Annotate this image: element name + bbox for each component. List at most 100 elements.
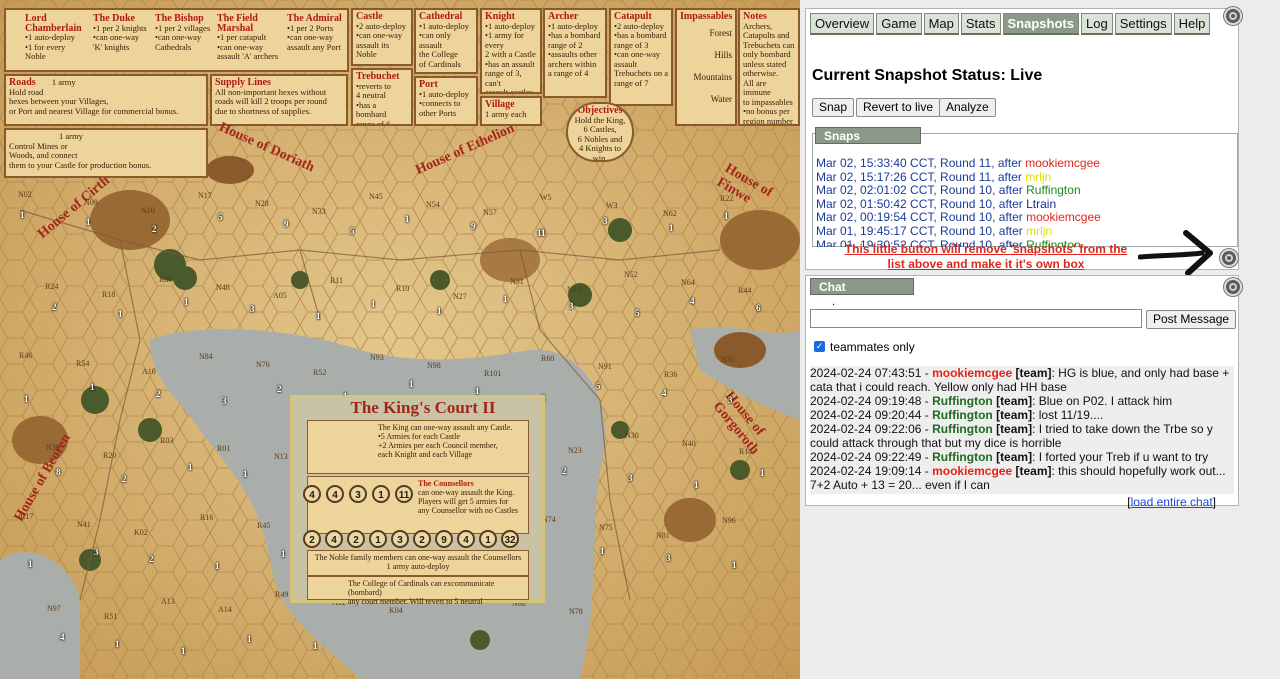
- chat-message: 2024-02-24 09:19:48 - Ruffington [team]:…: [810, 394, 1234, 408]
- army-count[interactable]: 2: [122, 474, 127, 484]
- army-count[interactable]: 2: [277, 384, 282, 394]
- army-count[interactable]: 1: [24, 394, 29, 404]
- court-member-count[interactable]: 1: [479, 530, 497, 548]
- army-count[interactable]: 1: [316, 311, 321, 321]
- tab-map[interactable]: Map: [923, 13, 959, 35]
- collapse-panel-icon[interactable]: [1224, 7, 1242, 25]
- army-count[interactable]: 1: [503, 294, 508, 304]
- army-count[interactable]: 1: [243, 469, 248, 479]
- army-count[interactable]: 3: [250, 304, 255, 314]
- army-count[interactable]: 1: [669, 223, 674, 233]
- tab-settings[interactable]: Settings: [1114, 13, 1172, 35]
- army-count[interactable]: 1: [90, 382, 95, 392]
- army-count[interactable]: 3: [222, 396, 227, 406]
- army-count[interactable]: 1: [86, 217, 91, 227]
- army-count[interactable]: 1: [409, 379, 414, 389]
- army-count[interactable]: 1: [600, 546, 605, 556]
- army-count[interactable]: 2: [156, 389, 161, 399]
- teammates-only-checkbox[interactable]: ✓: [814, 341, 825, 352]
- court-member-count[interactable]: 32: [501, 530, 519, 548]
- tab-snapshots[interactable]: Snapshots: [1002, 13, 1079, 35]
- court-member-count[interactable]: 9: [435, 530, 453, 548]
- army-count[interactable]: 1: [20, 210, 25, 220]
- army-count[interactable]: 1: [760, 468, 765, 478]
- legend-body: •1 auto-deploy •1 army for every 2 with …: [485, 20, 536, 94]
- tab-log[interactable]: Log: [1080, 13, 1113, 35]
- hex-label: N10: [141, 206, 155, 215]
- army-count[interactable]: 4: [60, 632, 65, 642]
- army-count[interactable]: 9: [471, 221, 476, 231]
- chat-message-input[interactable]: [810, 309, 1142, 328]
- army-count[interactable]: 1: [188, 462, 193, 472]
- army-count[interactable]: 1: [732, 560, 737, 570]
- army-count[interactable]: 1: [184, 297, 189, 307]
- army-count[interactable]: 1: [115, 639, 120, 649]
- court-member-count[interactable]: 4: [325, 530, 343, 548]
- army-count[interactable]: 1: [215, 561, 220, 571]
- tab-game[interactable]: Game: [876, 13, 922, 35]
- army-count[interactable]: 4: [690, 296, 695, 306]
- pop-out-snapshots-icon[interactable]: [1220, 249, 1238, 267]
- army-count[interactable]: 1: [247, 634, 252, 644]
- court-member-count[interactable]: 1: [372, 485, 390, 503]
- chat-header[interactable]: Chat: [810, 278, 914, 295]
- army-count[interactable]: 3: [94, 547, 99, 557]
- snapshot-row[interactable]: Mar 02, 02:01:02 CCT, Round 10, after Ru…: [816, 183, 1236, 198]
- army-count[interactable]: 3: [666, 553, 671, 563]
- tab-stats[interactable]: Stats: [960, 13, 1001, 35]
- army-count[interactable]: 9: [284, 219, 289, 229]
- hex-label: R44: [738, 286, 752, 295]
- court-member-count[interactable]: 11: [395, 485, 413, 503]
- court-member-count[interactable]: 4: [326, 485, 344, 503]
- army-count[interactable]: 2: [562, 466, 567, 476]
- army-count[interactable]: 1: [313, 641, 318, 651]
- army-count[interactable]: 6: [756, 303, 761, 313]
- court-member-count[interactable]: 2: [303, 530, 321, 548]
- army-count[interactable]: 8: [56, 467, 61, 477]
- army-count[interactable]: 1: [28, 559, 33, 569]
- court-member-count[interactable]: 4: [303, 485, 321, 503]
- army-count[interactable]: 1: [118, 309, 123, 319]
- army-count[interactable]: 5: [635, 308, 640, 318]
- army-count[interactable]: 5: [596, 381, 601, 391]
- army-count[interactable]: 11: [537, 228, 546, 238]
- snaps-header[interactable]: Snaps: [815, 127, 921, 144]
- army-count[interactable]: 1: [724, 211, 729, 221]
- load-entire-chat-link[interactable]: load entire chat: [1131, 495, 1213, 509]
- analyze-button[interactable]: Analyze: [939, 98, 996, 117]
- tab-help[interactable]: Help: [1173, 13, 1211, 35]
- army-count[interactable]: 2: [149, 554, 154, 564]
- snapshot-row[interactable]: Mar 02, 00:19:54 CCT, Round 10, after mo…: [816, 211, 1236, 225]
- tab-overview[interactable]: Overview: [810, 13, 875, 35]
- chat-log[interactable]: 2024-02-24 07:43:51 - mookiemcgee [team]…: [810, 366, 1234, 494]
- army-count[interactable]: 4: [662, 388, 667, 398]
- army-count[interactable]: 3: [628, 473, 633, 483]
- army-count[interactable]: 1: [371, 299, 376, 309]
- court-member-count[interactable]: 1: [369, 530, 387, 548]
- court-member-count[interactable]: 3: [391, 530, 409, 548]
- army-count[interactable]: 3: [603, 216, 608, 226]
- snapshot-row[interactable]: Mar 02, 15:17:26 CCT, Round 11, after mr…: [816, 170, 1236, 185]
- snapshot-row[interactable]: Mar 02, 01:50:42 CCT, Round 10, after Lt…: [816, 197, 1236, 212]
- army-count[interactable]: 1: [281, 549, 286, 559]
- army-count[interactable]: 2: [52, 302, 57, 312]
- court-member-count[interactable]: 4: [457, 530, 475, 548]
- post-message-button[interactable]: Post Message: [1146, 310, 1237, 329]
- army-count[interactable]: 2: [152, 224, 157, 234]
- court-member-count[interactable]: 2: [413, 530, 431, 548]
- court-member-count[interactable]: 2: [347, 530, 365, 548]
- army-count[interactable]: 5: [218, 212, 223, 222]
- game-map[interactable]: Lord Chamberlain •1 auto-deploy •1 for e…: [0, 0, 800, 679]
- army-count[interactable]: 3: [728, 395, 733, 405]
- snap-button[interactable]: Snap: [812, 98, 855, 117]
- army-count[interactable]: 1: [405, 214, 410, 224]
- court-member-count[interactable]: 3: [349, 485, 367, 503]
- army-count[interactable]: 1: [437, 306, 442, 316]
- army-count[interactable]: 1: [694, 480, 699, 490]
- army-count[interactable]: 1: [181, 646, 186, 656]
- army-count[interactable]: 3: [569, 301, 574, 311]
- army-count[interactable]: 5: [350, 226, 355, 236]
- revert-to-live-button[interactable]: Revert to live: [856, 98, 941, 117]
- snapshot-row[interactable]: Mar 02, 15:33:40 CCT, Round 11, after mo…: [816, 157, 1236, 171]
- collapse-chat-icon[interactable]: [1224, 278, 1242, 296]
